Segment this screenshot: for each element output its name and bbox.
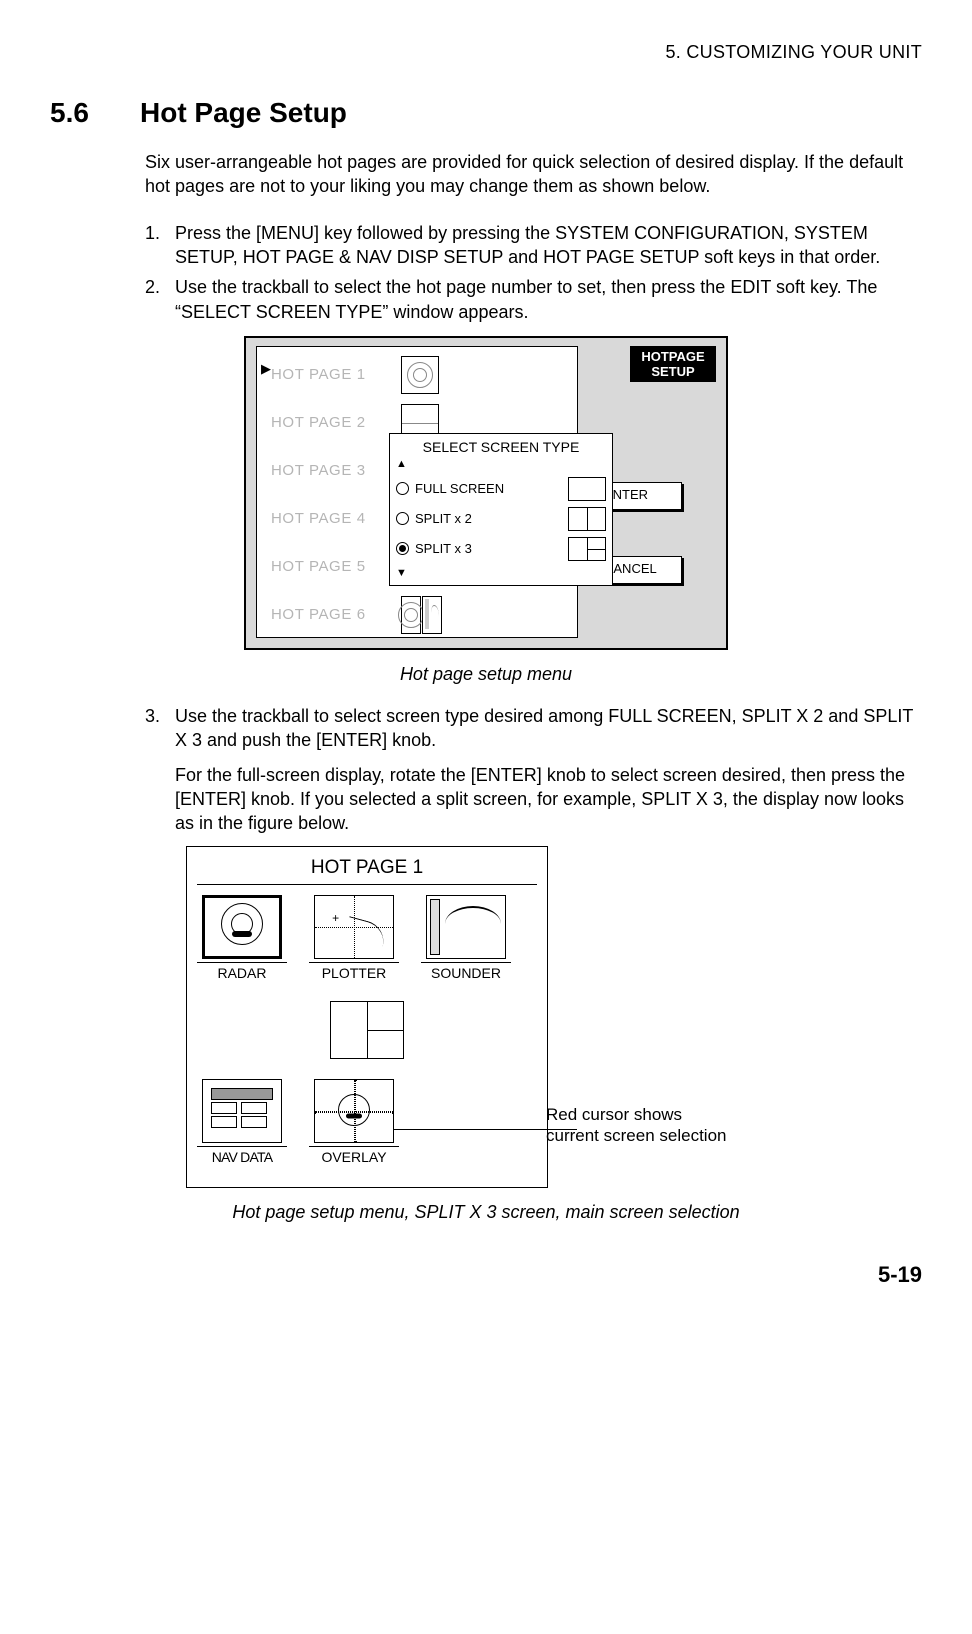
radar-label: RADAR [197, 962, 287, 983]
option-full-screen[interactable]: FULL SCREEN [396, 478, 606, 500]
step-3: Use the trackball to select screen type … [145, 704, 922, 753]
hotpage-1-label[interactable]: HOT PAGE 1 [271, 365, 401, 385]
figure2-wrapper: HOT PAGE 1 RADAR + PLOTTER SOUNDER [136, 846, 836, 1188]
hotpage-setup-tag: HOTPAGE SETUP [630, 346, 716, 382]
tag-line2: SETUP [630, 364, 716, 380]
pointer-icon: ▶ [261, 360, 271, 378]
step-1: Press the [MENU] key followed by pressin… [145, 221, 922, 270]
option-split-2[interactable]: SPLIT x 2 [396, 508, 606, 530]
fullscreen-thumb-icon [568, 477, 606, 501]
hotpage-3-label[interactable]: HOT PAGE 3 [271, 461, 401, 481]
section-title-text: Hot Page Setup [140, 97, 347, 128]
overlay-label: OVERLAY [309, 1146, 399, 1167]
figure-hotpage-setup-menu: ▶ HOT PAGE 1 HOT PAGE 2 HOT PAGE 3 HOT P… [244, 336, 728, 650]
callout-line2: current screen selection [546, 1125, 726, 1146]
callout-text: Red cursor shows current screen selectio… [546, 1104, 726, 1147]
option-split-3[interactable]: SPLIT x 3 [396, 538, 606, 560]
navdata-option[interactable] [202, 1079, 282, 1143]
plotter-label: PLOTTER [309, 962, 399, 983]
figure2-caption: Hot page setup menu, SPLIT X 3 screen, m… [50, 1200, 922, 1224]
section-heading: 5.6Hot Page Setup [50, 94, 922, 132]
radar-option[interactable] [202, 895, 282, 959]
figure1-caption: Hot page setup menu [50, 662, 922, 686]
option-split2-label: SPLIT x 2 [415, 510, 562, 528]
scroll-up-icon[interactable]: ▲ [396, 459, 606, 470]
hotpage-2-label[interactable]: HOT PAGE 2 [271, 413, 401, 433]
tag-line1: HOTPAGE [630, 349, 716, 365]
option-split3-label: SPLIT x 3 [415, 540, 562, 558]
popup-title: SELECT SCREEN TYPE [396, 438, 606, 457]
step-list-continued: Use the trackball to select screen type … [145, 704, 922, 753]
figure-split3-selection: HOT PAGE 1 RADAR + PLOTTER SOUNDER [186, 846, 548, 1188]
intro-paragraph: Six user-arrangeable hot pages are provi… [145, 150, 922, 199]
sounder-icon [422, 596, 442, 634]
radio-selected-icon [396, 542, 409, 555]
step-2: Use the trackball to select the hot page… [145, 275, 922, 324]
page-number: 5-19 [50, 1260, 922, 1290]
radio-icon [396, 512, 409, 525]
split2-thumb-icon [568, 507, 606, 531]
layout-preview-icon [330, 1001, 404, 1059]
hotpage-list-panel: ▶ HOT PAGE 1 HOT PAGE 2 HOT PAGE 3 HOT P… [256, 346, 578, 638]
hotpage-5-label[interactable]: HOT PAGE 5 [271, 557, 401, 577]
fig2-title: HOT PAGE 1 [197, 855, 537, 886]
plotter-option[interactable]: + [314, 895, 394, 959]
step-3-paragraph: For the full-screen display, rotate the … [175, 763, 922, 836]
overlay-option[interactable] [314, 1079, 394, 1143]
radar-icon [401, 596, 421, 634]
scroll-down-icon[interactable]: ▼ [396, 568, 606, 579]
hotpage-6-label[interactable]: HOT PAGE 6 [271, 605, 401, 625]
section-number: 5.6 [50, 94, 140, 132]
select-screen-type-popup: SELECT SCREEN TYPE ▲ FULL SCREEN SPLIT x… [389, 433, 613, 586]
hotpage-4-label[interactable]: HOT PAGE 4 [271, 509, 401, 529]
radio-icon [396, 482, 409, 495]
chapter-header: 5. CUSTOMIZING YOUR UNIT [50, 40, 922, 64]
sounder-option[interactable] [426, 895, 506, 959]
radar-icon [401, 356, 439, 394]
step-list: Press the [MENU] key followed by pressin… [145, 221, 922, 324]
option-full-label: FULL SCREEN [415, 480, 562, 498]
navdata-label: NAV DATA [197, 1146, 287, 1167]
callout-line1: Red cursor shows [546, 1104, 726, 1125]
split3-thumb-icon [568, 537, 606, 561]
sounder-label: SOUNDER [421, 962, 511, 983]
